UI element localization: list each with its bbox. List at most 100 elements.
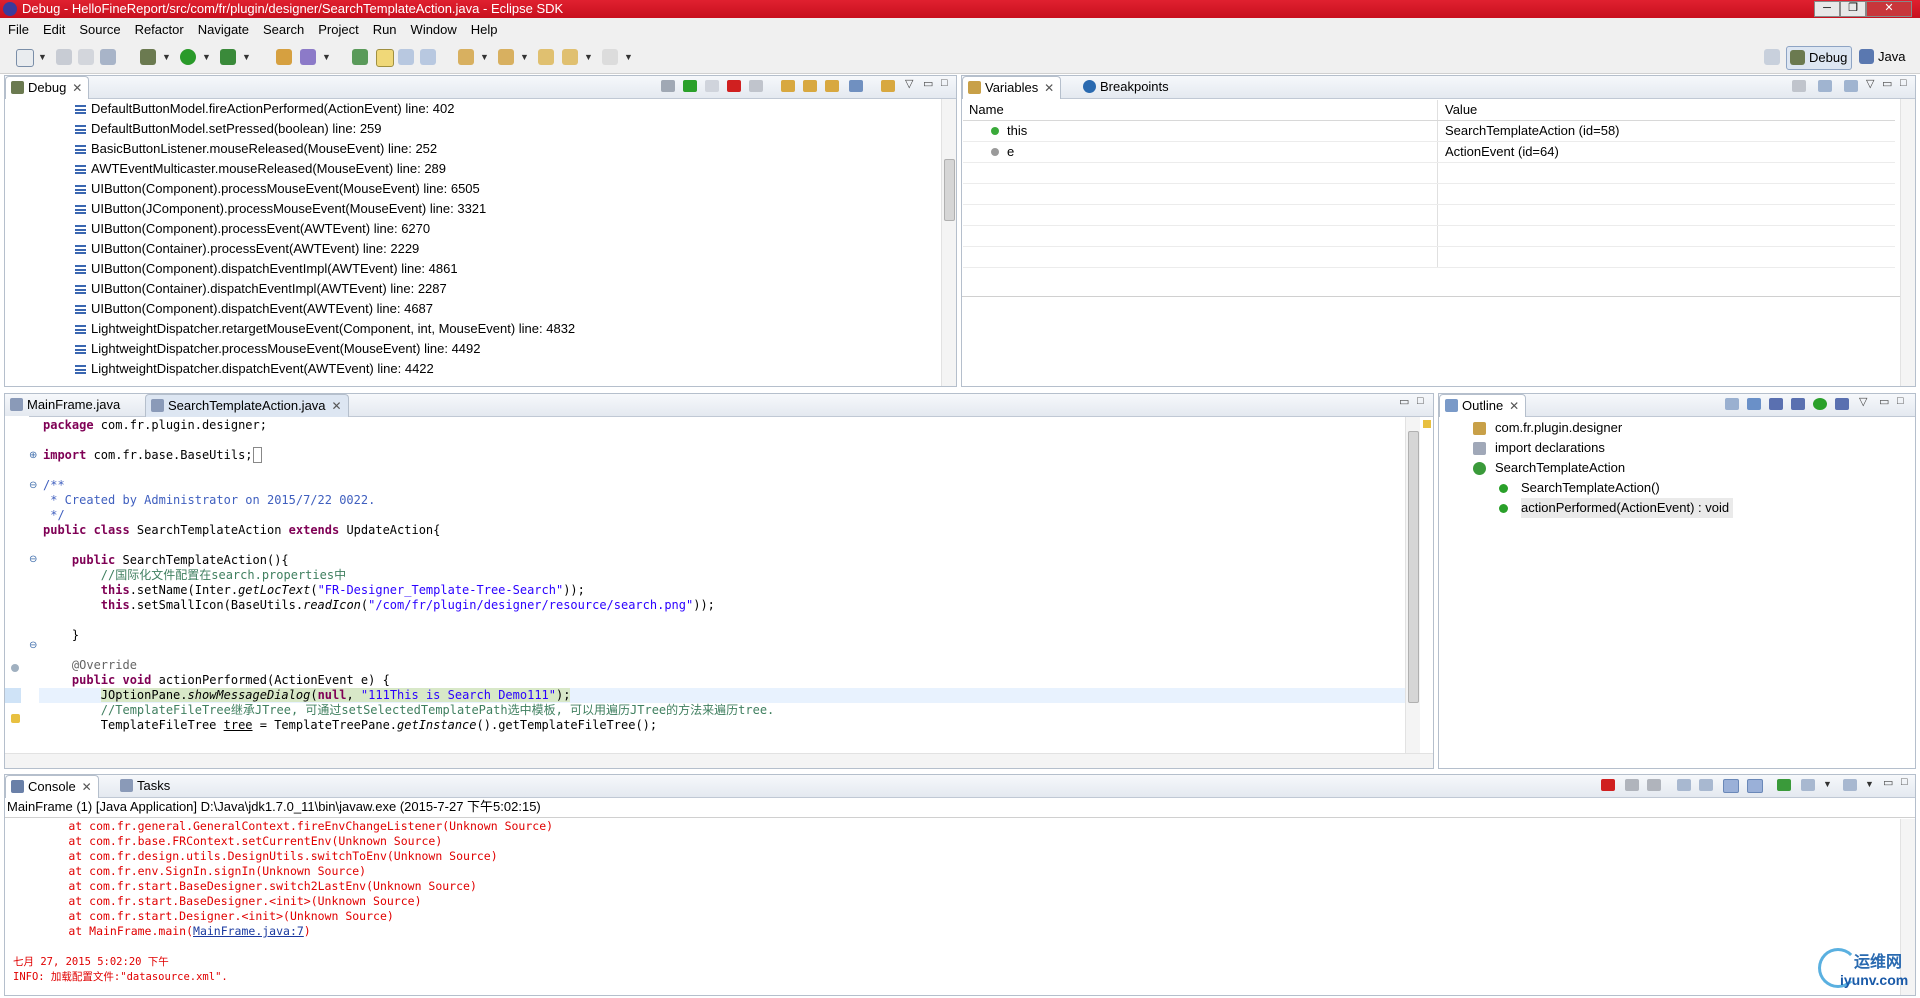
- variable-row[interactable]: this SearchTemplateAction (id=58): [963, 121, 1895, 142]
- scrollbar-thumb[interactable]: [1408, 431, 1419, 703]
- console-output[interactable]: at com.fr.general.GeneralContext.fireEnv…: [5, 819, 1899, 995]
- back-dropdown-icon[interactable]: ▼: [584, 52, 593, 62]
- maximize-view-icon[interactable]: □: [941, 77, 948, 89]
- column-separator[interactable]: [1437, 100, 1438, 120]
- editor-vertical-scrollbar[interactable]: [1405, 417, 1420, 754]
- external-tools-icon[interactable]: [220, 49, 236, 65]
- outline-item-imports[interactable]: import declarations: [1473, 438, 1605, 458]
- hide-non-public-icon[interactable]: [1813, 398, 1827, 410]
- stack-frame-row[interactable]: UIButton(Component).dispatchEvent(AWTEve…: [75, 299, 433, 319]
- skip-breakpoints-icon[interactable]: [352, 49, 368, 65]
- menu-file[interactable]: File: [8, 22, 29, 37]
- forward-dropdown-icon[interactable]: ▼: [624, 52, 633, 62]
- menu-navigate[interactable]: Navigate: [198, 22, 249, 37]
- last-edit-location-icon[interactable]: [538, 49, 554, 65]
- tab-console[interactable]: Console ✕: [5, 775, 99, 798]
- minimize-view-icon[interactable]: ▭: [1883, 776, 1893, 789]
- show-on-stdout-icon[interactable]: [1723, 779, 1739, 793]
- maximize-view-icon[interactable]: □: [1900, 77, 1907, 89]
- tab-outline[interactable]: Outline ✕: [1439, 394, 1527, 417]
- outline-item-package[interactable]: com.fr.plugin.designer: [1473, 418, 1622, 438]
- close-tab-icon[interactable]: ✕: [82, 776, 92, 798]
- stack-frame-row[interactable]: BasicButtonListener.mouseReleased(MouseE…: [75, 139, 437, 159]
- close-tab-icon[interactable]: ✕: [1044, 77, 1054, 99]
- minimize-view-icon[interactable]: ▭: [1882, 77, 1892, 90]
- search-dropdown-icon[interactable]: ▼: [322, 52, 331, 62]
- open-console-dropdown-icon[interactable]: ▼: [1865, 779, 1874, 789]
- tab-mainframe-java[interactable]: MainFrame.java: [5, 394, 142, 416]
- external-tools-dropdown-icon[interactable]: ▼: [242, 52, 251, 62]
- fold-import-icon[interactable]: ⊕: [29, 450, 37, 461]
- close-window-button[interactable]: ✕: [1866, 1, 1912, 17]
- scrollbar-thumb[interactable]: [944, 159, 955, 221]
- close-tab-icon[interactable]: ✕: [1509, 395, 1519, 417]
- maximize-view-icon[interactable]: □: [1417, 395, 1424, 407]
- minimize-button[interactable]: ─: [1814, 1, 1840, 17]
- previous-annotation-dropdown-icon[interactable]: ▼: [520, 52, 529, 62]
- stack-frame-row[interactable]: UIButton(Container).dispatchEventImpl(AW…: [75, 279, 447, 299]
- remove-terminated-icon[interactable]: [661, 80, 675, 92]
- open-perspective-icon[interactable]: [1764, 49, 1780, 65]
- detail-pane-divider[interactable]: [962, 296, 1915, 297]
- stack-frame-row[interactable]: UIButton(Container).processEvent(AWTEven…: [75, 239, 419, 259]
- step-into-icon[interactable]: [781, 80, 795, 92]
- tab-tasks[interactable]: Tasks: [115, 775, 192, 797]
- step-return-icon[interactable]: [825, 80, 839, 92]
- suspend-icon[interactable]: [705, 80, 719, 92]
- stack-frame-row[interactable]: UIButton(Component).processMouseEvent(Mo…: [75, 179, 480, 199]
- scroll-lock-icon[interactable]: [1699, 779, 1713, 791]
- overview-ruler[interactable]: [1421, 417, 1433, 754]
- menu-help[interactable]: Help: [471, 22, 498, 37]
- stack-frame-row[interactable]: AWTEventMulticaster.mouseReleased(MouseE…: [75, 159, 446, 179]
- debug-dropdown-icon[interactable]: ▼: [162, 52, 171, 62]
- minimize-view-icon[interactable]: ▭: [1879, 395, 1889, 408]
- block-selection-icon[interactable]: [398, 49, 414, 65]
- stack-frame-row[interactable]: UIButton(Component).dispatchEventImpl(AW…: [75, 259, 458, 279]
- warning-marker-icon[interactable]: [11, 714, 20, 723]
- print-icon[interactable]: [100, 49, 116, 65]
- previous-annotation-icon[interactable]: [498, 49, 514, 65]
- show-whitespace-icon[interactable]: [420, 49, 436, 65]
- outline-item-method[interactable]: actionPerformed(ActionEvent) : void: [1499, 498, 1734, 518]
- outline-item-constructor[interactable]: SearchTemplateAction(): [1499, 478, 1660, 498]
- menu-refactor[interactable]: Refactor: [135, 22, 184, 37]
- fold-comment-icon[interactable]: ⊖: [29, 480, 37, 491]
- show-logical-structure-icon[interactable]: [1818, 80, 1832, 92]
- view-menu-icon[interactable]: ▽: [1859, 395, 1867, 408]
- save-icon[interactable]: [56, 49, 72, 65]
- disconnect-icon[interactable]: [749, 80, 763, 92]
- breakpoint-marker-icon[interactable]: [11, 664, 19, 672]
- next-annotation-icon[interactable]: [458, 49, 474, 65]
- toggle-mark-occurrences-icon[interactable]: [376, 49, 394, 67]
- stack-frame-row[interactable]: DefaultButtonModel.setPressed(boolean) l…: [75, 119, 382, 139]
- search-icon[interactable]: [300, 49, 316, 65]
- debug-view-scrollbar[interactable]: [941, 99, 956, 386]
- terminate-icon[interactable]: [1601, 779, 1615, 791]
- menu-search[interactable]: Search: [263, 22, 304, 37]
- column-value[interactable]: Value: [1445, 100, 1477, 120]
- tab-variables[interactable]: Variables ✕: [962, 76, 1062, 99]
- run-icon[interactable]: [180, 49, 196, 65]
- debug-run-icon[interactable]: [140, 49, 156, 65]
- stack-frame-row[interactable]: DefaultButtonModel.fireActionPerformed(A…: [75, 99, 454, 119]
- stack-frame-row[interactable]: LightweightDispatcher.retargetMouseEvent…: [75, 319, 575, 339]
- stack-frame-row[interactable]: UIButton(Component).processEvent(AWTEven…: [75, 219, 430, 239]
- menu-window[interactable]: Window: [411, 22, 457, 37]
- show-type-names-icon[interactable]: [1792, 80, 1806, 92]
- perspective-debug[interactable]: Debug: [1786, 46, 1853, 70]
- column-name[interactable]: Name: [969, 100, 1004, 120]
- stacktrace-link[interactable]: MainFrame.java:7: [193, 924, 304, 938]
- open-console-icon[interactable]: [1843, 779, 1857, 791]
- forward-icon[interactable]: [602, 49, 618, 65]
- remove-all-terminated-icon[interactable]: [1647, 779, 1661, 791]
- drop-to-frame-icon[interactable]: [849, 80, 863, 92]
- sort-icon[interactable]: [1747, 398, 1761, 410]
- terminate-icon[interactable]: [727, 80, 741, 92]
- new-dropdown-icon[interactable]: ▼: [38, 52, 47, 62]
- tab-searchtemplateaction-java[interactable]: SearchTemplateAction.java ✕: [145, 394, 349, 417]
- stack-frame-row[interactable]: LightweightDispatcher.processMouseEvent(…: [75, 339, 481, 359]
- clear-console-icon[interactable]: [1677, 779, 1691, 791]
- resume-icon[interactable]: [683, 80, 697, 92]
- menu-run[interactable]: Run: [373, 22, 397, 37]
- variables-scrollbar[interactable]: [1900, 99, 1915, 386]
